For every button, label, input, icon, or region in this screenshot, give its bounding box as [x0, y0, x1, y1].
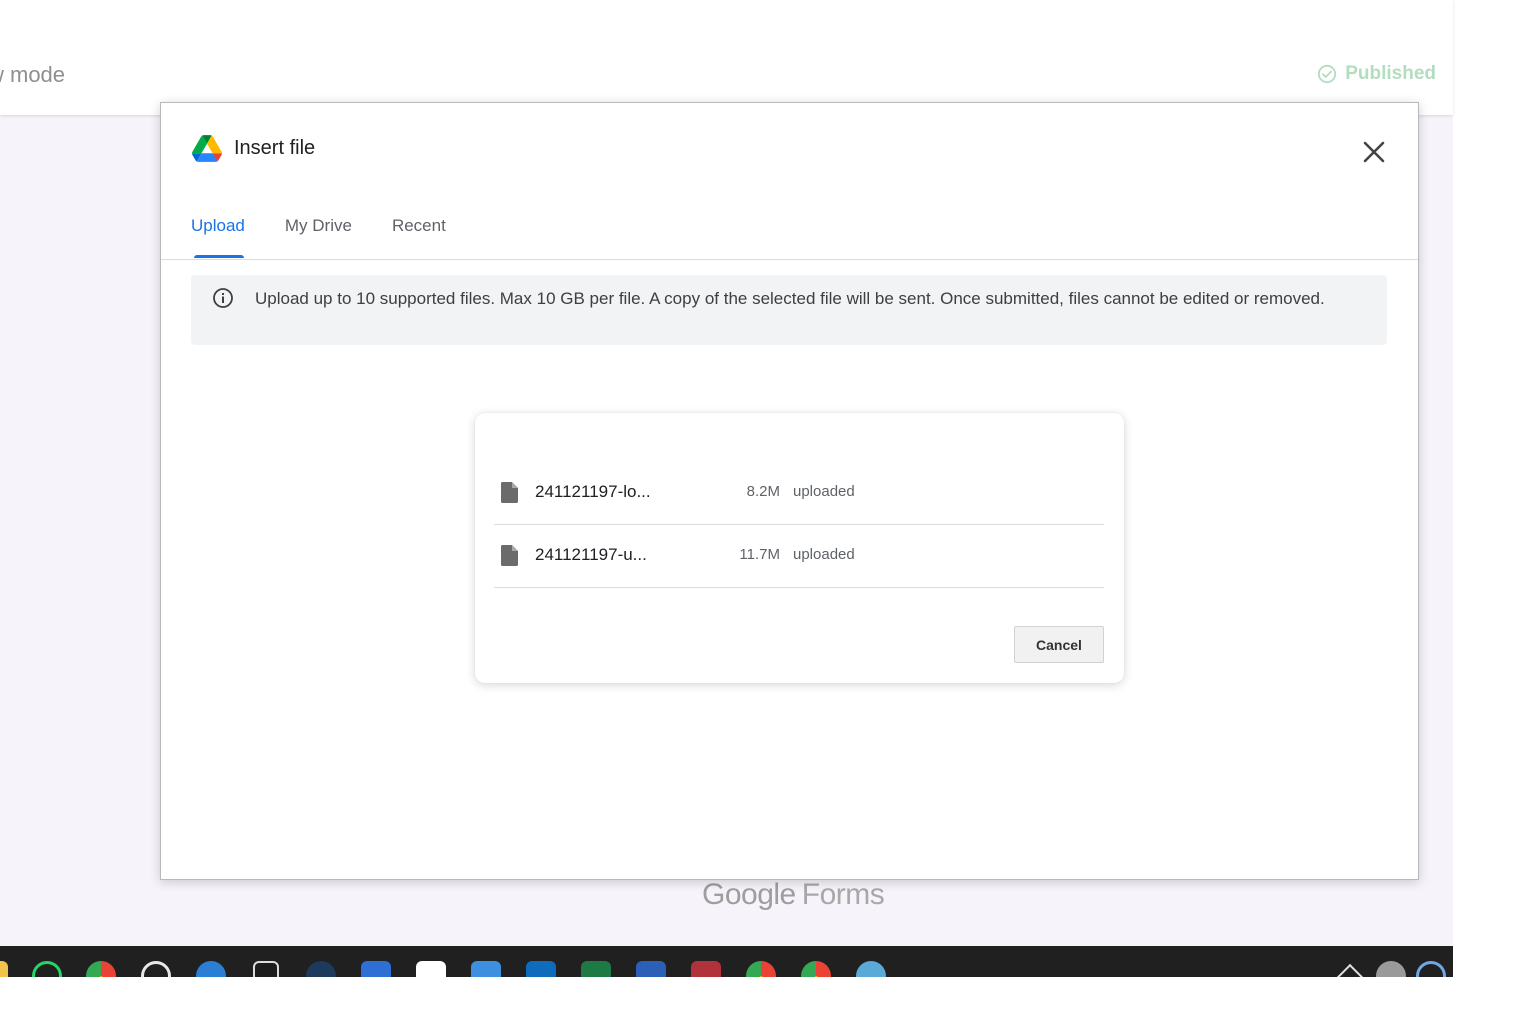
c-app-icon[interactable] [361, 961, 391, 977]
file-name: 241121197-lo... [535, 482, 651, 501]
info-icon [213, 288, 233, 308]
sailboat-app-2-icon[interactable] [471, 961, 501, 977]
file-icon [501, 545, 518, 566]
network-icon[interactable] [196, 961, 226, 977]
tab-my-drive[interactable]: My Drive [285, 216, 352, 258]
tab-recent[interactable]: Recent [392, 216, 446, 258]
whatsapp-icon[interactable] [32, 961, 62, 977]
chrome-icon[interactable] [86, 961, 116, 977]
dialog-tabs: Upload My Drive Recent [191, 216, 446, 258]
upload-info-banner: Upload up to 10 supported files. Max 10 … [191, 275, 1387, 345]
cancel-button[interactable]: Cancel [1014, 626, 1104, 663]
file-icon [501, 482, 518, 503]
cloud-icon[interactable] [1376, 961, 1406, 977]
brand-forms: Forms [801, 878, 885, 911]
folder-icon[interactable] [0, 961, 8, 977]
screen: w mode Published GoogleForms [0, 0, 1526, 1022]
access-icon[interactable] [691, 961, 721, 977]
close-icon[interactable] [1360, 138, 1388, 166]
file-size: 8.2M [746, 483, 780, 500]
file-name: 241121197-u... [535, 545, 647, 564]
file-status: uploaded [793, 546, 855, 563]
tab-divider [161, 259, 1418, 260]
excel-icon[interactable] [581, 961, 611, 977]
file-size: 11.7M [739, 546, 780, 563]
upload-progress-card: 241121197-lo... 8.2M uploaded 241121197-… [475, 413, 1124, 683]
sailboat-app-icon[interactable] [416, 961, 446, 977]
chrome-profile-w-icon[interactable] [746, 961, 776, 977]
globe-icon[interactable] [856, 961, 886, 977]
brand-google: Google [702, 878, 796, 911]
file-status: uploaded [793, 483, 855, 500]
epic-games-icon[interactable] [253, 961, 279, 977]
forms-header: w mode Published [0, 0, 1453, 115]
outlook-icon[interactable] [526, 961, 556, 977]
dialog-header: Insert file [192, 135, 315, 162]
google-drive-icon [192, 135, 222, 162]
published-status: Published [1317, 63, 1436, 85]
chrome-profile-w2-icon[interactable] [801, 961, 831, 977]
steam-icon[interactable] [306, 961, 336, 977]
chevron-up-icon[interactable] [1335, 963, 1365, 977]
header-mode-text[interactable]: w mode [0, 62, 65, 88]
tab-upload[interactable]: Upload [191, 216, 245, 258]
windows-taskbar [0, 946, 1453, 977]
word-icon[interactable] [636, 961, 666, 977]
check-circle-icon [1318, 64, 1337, 84]
published-label: Published [1345, 63, 1436, 84]
google-forms-logo: Google Forms [702, 878, 885, 912]
file-row: 241121197-u... 11.7M uploaded [494, 525, 1104, 588]
upload-info-text: Upload up to 10 supported files. Max 10 … [255, 289, 1325, 308]
file-row: 241121197-lo... 8.2M uploaded [494, 462, 1104, 525]
dialog-title: Insert file [234, 137, 316, 159]
insert-file-dialog: Insert file Upload My Drive Recent Uploa… [160, 102, 1419, 880]
lock-app-icon[interactable] [141, 961, 171, 977]
settings-icon[interactable] [1416, 961, 1446, 977]
